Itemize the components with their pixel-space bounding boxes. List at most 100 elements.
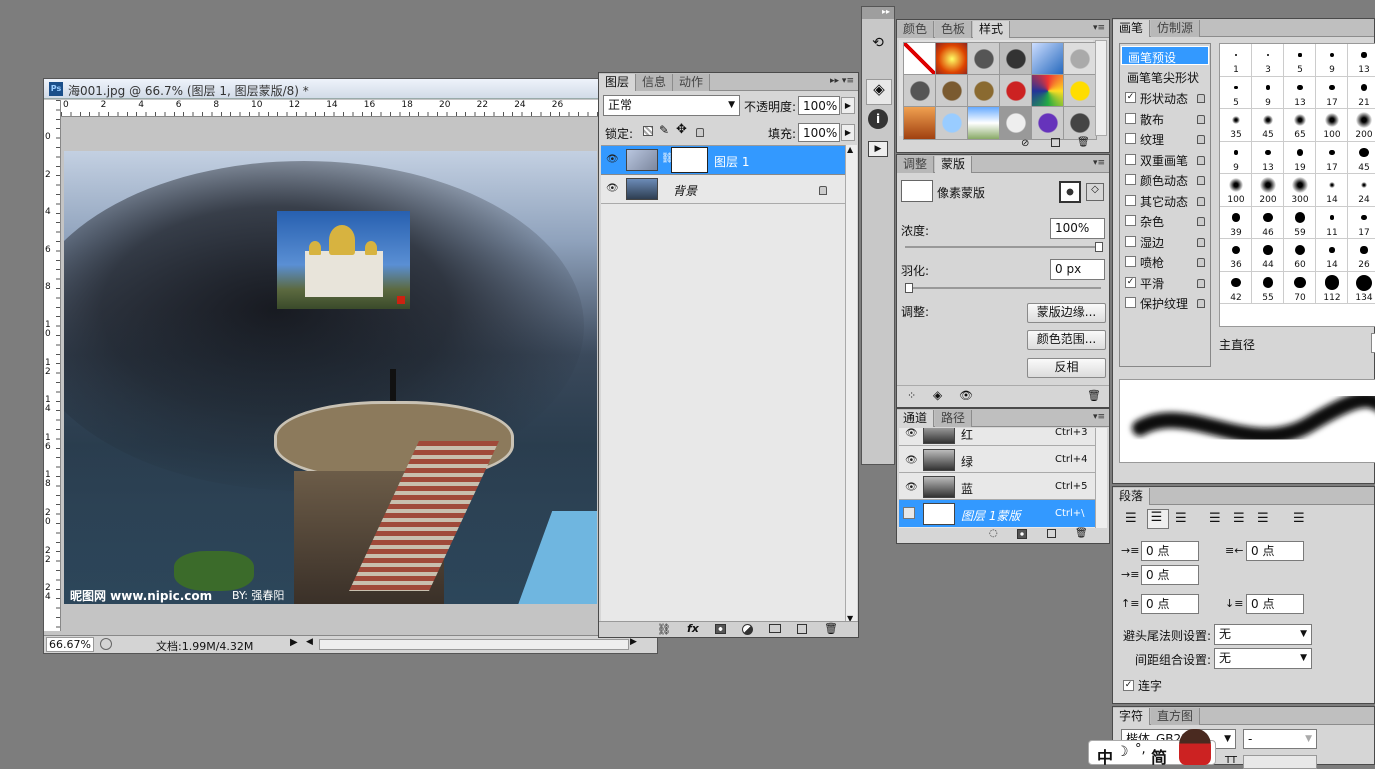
brush-option-checkbox[interactable] <box>1125 133 1136 144</box>
panel-menu-icon[interactable]: ▾≡ <box>1093 23 1105 33</box>
brush-option[interactable]: ✓ 平滑 <box>1121 273 1209 292</box>
brush-preset[interactable]: 14 <box>1316 239 1348 272</box>
brush-option-checkbox[interactable]: ✓ <box>1125 92 1136 103</box>
brush-preset[interactable]: 19 <box>1284 141 1316 174</box>
tab-histogram[interactable]: 直方图 <box>1151 708 1201 725</box>
style-swatch[interactable] <box>1031 106 1065 140</box>
brush-preset[interactable]: 11 <box>1316 206 1348 239</box>
style-swatch[interactable] <box>903 74 937 108</box>
horizontal-scrollbar[interactable] <box>319 639 629 650</box>
fill-field[interactable]: 100% <box>798 123 840 142</box>
blend-mode-select[interactable]: 正常 ▼ <box>603 95 740 116</box>
styles-delete-icon[interactable]: 🗑 <box>1077 137 1090 148</box>
panel-menu-icon[interactable]: ▸▸ ▾≡ <box>830 76 854 86</box>
lock-move-icon[interactable]: ✥ <box>676 122 687 137</box>
tab-masks[interactable]: 蒙版 <box>935 156 973 173</box>
opacity-field[interactable]: 100% <box>798 96 840 115</box>
channel-row[interactable]: 👁 绿 Ctrl+4 <box>899 446 1095 473</box>
feather-slider-thumb[interactable] <box>905 283 913 293</box>
brush-option[interactable]: 双重画笔 <box>1121 150 1209 169</box>
history-icon[interactable]: ⟲ <box>867 35 889 57</box>
brush-preset[interactable]: 59 <box>1284 206 1316 239</box>
tab-layers[interactable]: 图层 <box>599 74 637 91</box>
brush-option[interactable]: 其它动态 <box>1121 191 1209 210</box>
master-diameter-field[interactable] <box>1371 333 1375 353</box>
lock-icon[interactable] <box>1197 176 1205 185</box>
eye-empty-icon[interactable] <box>903 507 915 519</box>
mask-edge-button[interactable]: 蒙版边缘... <box>1027 303 1106 323</box>
delete-mask-icon[interactable]: 🗑 <box>1087 389 1101 402</box>
brush-preset[interactable]: 24 <box>1348 174 1375 207</box>
zoom-level[interactable]: 66.67% <box>46 637 94 652</box>
lock-icon[interactable] <box>1197 94 1205 103</box>
style-swatch[interactable] <box>903 106 937 140</box>
tab-swatches[interactable]: 色板 <box>935 21 973 38</box>
status-icon[interactable] <box>100 638 112 650</box>
style-swatch[interactable] <box>935 42 969 76</box>
tab-clone-source[interactable]: 仿制源 <box>1151 20 1201 37</box>
brush-option[interactable]: ✓ 形状动态 <box>1121 88 1209 107</box>
invert-button[interactable]: 反相 <box>1027 358 1106 378</box>
brush-preset[interactable]: 26 <box>1348 239 1375 272</box>
brush-option-checkbox[interactable] <box>1125 174 1136 185</box>
brush-option[interactable]: 散布 <box>1121 109 1209 128</box>
delete-channel-icon[interactable]: 🗑 <box>1075 528 1088 539</box>
brush-preset[interactable]: 134 <box>1348 272 1375 304</box>
brush-preset[interactable]: 200 <box>1252 174 1284 207</box>
panel-menu-icon[interactable]: ▾≡ <box>1093 412 1105 422</box>
brush-option[interactable]: 保护纹理 <box>1121 293 1209 312</box>
density-field[interactable]: 100% <box>1050 218 1105 239</box>
delete-layer-icon[interactable]: 🗑 <box>824 622 838 635</box>
brush-preset[interactable]: 300 <box>1284 174 1316 207</box>
style-swatch[interactable] <box>1063 42 1097 76</box>
scroll-left-icon[interactable]: ◀ <box>306 637 313 647</box>
eye-icon[interactable]: 👁 <box>905 428 918 439</box>
link-layers-icon[interactable]: ⛓ <box>657 623 671 636</box>
brush-option-checkbox[interactable] <box>1125 112 1136 124</box>
ime-mode[interactable]: 简 <box>1151 744 1167 768</box>
brush-preset[interactable]: 17 <box>1316 76 1348 109</box>
panel-menu-icon[interactable]: ▾≡ <box>1093 158 1105 168</box>
layer-row[interactable]: 👁 背景 <box>601 175 845 204</box>
brush-preset[interactable]: 9 <box>1220 141 1252 174</box>
tab-info[interactable]: 信息 <box>636 74 674 91</box>
brush-preset[interactable]: 17 <box>1348 207 1375 239</box>
add-mask-icon[interactable] <box>715 624 726 634</box>
lock-transparent-icon[interactable] <box>643 126 653 136</box>
brush-option-checkbox[interactable] <box>1125 297 1136 308</box>
density-slider-thumb[interactable] <box>1095 242 1103 252</box>
ime-language[interactable]: 中 <box>1097 744 1113 768</box>
brush-preset[interactable]: 5 <box>1284 44 1316 77</box>
scroll-right-icon[interactable]: ▶ <box>630 637 637 647</box>
lock-icon[interactable] <box>1197 196 1205 206</box>
brush-preset[interactable]: 17 <box>1316 141 1348 174</box>
style-swatch[interactable] <box>999 42 1033 76</box>
tab-color[interactable]: 颜色 <box>897 21 935 38</box>
brush-preset[interactable]: 55 <box>1252 271 1284 304</box>
brush-preset[interactable]: 65 <box>1284 109 1316 142</box>
eye-icon[interactable]: 👁 <box>905 482 918 493</box>
styles-scrollbar[interactable] <box>1095 40 1107 136</box>
lock-all-icon[interactable] <box>696 128 704 137</box>
align-center-icon[interactable]: ☰ <box>1147 509 1169 529</box>
fx-icon[interactable]: fx <box>687 622 699 635</box>
brush-option-checkbox[interactable] <box>1125 215 1136 226</box>
brush-preset[interactable]: 13 <box>1348 44 1375 77</box>
tab-character[interactable]: 字符 <box>1113 708 1151 725</box>
eye-icon[interactable]: 👁 <box>606 183 619 194</box>
layer-mask-thumbnail[interactable] <box>671 147 708 173</box>
lock-icon[interactable] <box>1197 217 1205 226</box>
style-swatch[interactable] <box>1031 42 1065 76</box>
brush-preset[interactable]: 100 <box>1316 109 1348 142</box>
channels-scrollbar[interactable] <box>1095 428 1107 528</box>
opacity-arrow-icon[interactable]: ▶ <box>841 97 855 114</box>
apply-mask-icon[interactable]: ◈ <box>933 388 942 402</box>
brush-preset[interactable]: 100 <box>1220 174 1252 207</box>
lock-icon[interactable] <box>1197 258 1205 267</box>
tab-paths[interactable]: 路径 <box>935 410 973 427</box>
brush-preset[interactable]: 21 <box>1348 77 1375 109</box>
brush-option[interactable]: 杂色 <box>1121 211 1209 230</box>
brush-preset[interactable]: 45 <box>1252 109 1284 142</box>
brush-preset[interactable]: 60 <box>1284 239 1316 272</box>
eye-icon[interactable]: 👁 <box>606 154 619 165</box>
